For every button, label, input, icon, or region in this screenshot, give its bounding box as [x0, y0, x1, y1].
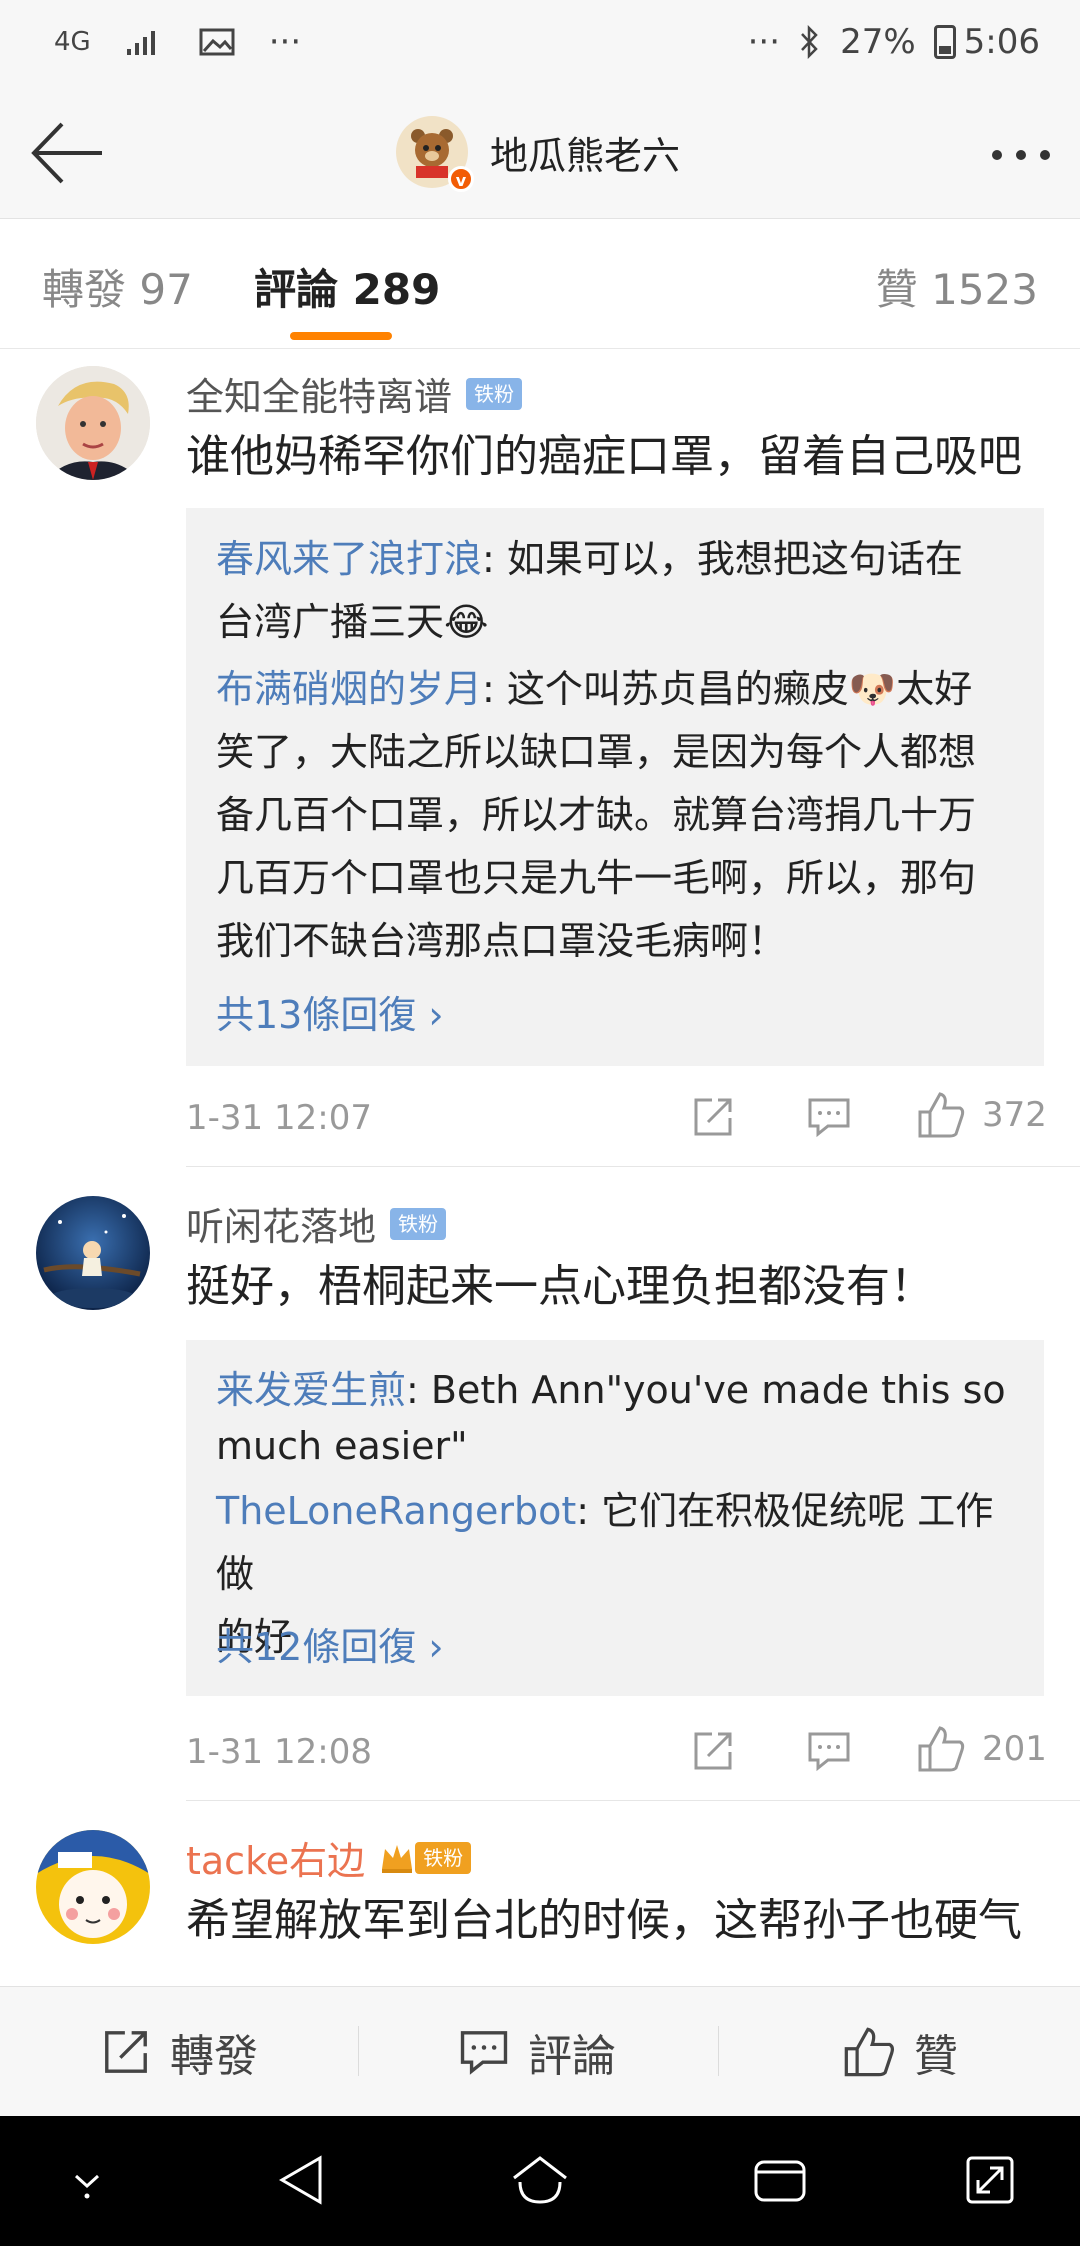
user-avatar-icon — [36, 366, 150, 480]
comment-label: 評論 — [528, 2031, 616, 2082]
reply-username[interactable]: 来发爱生煎 — [216, 1368, 406, 1412]
reply-text: : Beth Ann"you've made this so — [406, 1368, 1006, 1412]
repost-button[interactable]: 轉發 — [100, 2020, 258, 2084]
crown-icon — [382, 1844, 413, 1873]
back-arrow-icon[interactable] — [28, 118, 108, 188]
page-title: 地瓜熊老六 — [490, 133, 681, 178]
tab-comments[interactable]: 評論 289 — [254, 256, 440, 317]
comment-icon[interactable] — [806, 1728, 852, 1774]
more-notifications-icon: ··· — [268, 22, 302, 62]
like-button[interactable]: 贊 — [842, 2020, 958, 2084]
more-status-icon: ··· — [747, 22, 781, 62]
image-icon — [199, 28, 235, 56]
laughing-emoji-icon: 😂 — [444, 600, 489, 644]
comment-text: 挺好，梧桐起来一点心理负担都没有！ — [186, 1261, 934, 1312]
nav-home-icon[interactable] — [508, 2152, 572, 2208]
verified-badge-icon: v — [448, 166, 474, 192]
reply-text-after: 太好 — [896, 667, 973, 711]
reply-line: 我们不缺台湾那点口罩没毛病啊！ — [216, 919, 787, 963]
comment-text: 希望解放军到台北的时候，这帮孙子也硬气 — [186, 1895, 1022, 1946]
reply-item[interactable]: 来发爱生煎: Beth Ann"you've made this so much… — [216, 1362, 1016, 1474]
like-label: 贊 — [914, 2031, 958, 2082]
comment-username[interactable]: tacke右边 铁粉 — [186, 1830, 472, 1885]
more-replies-link[interactable]: 共13條回復 › — [216, 984, 444, 1039]
nav-back-icon[interactable] — [272, 2150, 332, 2210]
comment-avatar[interactable] — [36, 1830, 150, 1944]
comment-divider — [186, 1800, 1080, 1801]
bluetooth-icon — [801, 25, 818, 59]
comment-icon[interactable] — [806, 1094, 852, 1140]
reply-text: : 如果可以，我想把这句话在 — [482, 537, 963, 581]
bottom-bar-divider — [718, 2026, 719, 2076]
comment-username[interactable]: 听闲花落地 铁粉 — [186, 1196, 447, 1251]
comment-avatar[interactable] — [36, 1196, 150, 1310]
reply-text-cont: 台湾广播三天 — [216, 600, 445, 644]
tab-reposts[interactable]: 轉發 97 — [42, 256, 193, 317]
thumbs-up-icon — [844, 2027, 895, 2077]
reply-text-cont: much easier" — [216, 1424, 468, 1468]
fan-badge: 铁粉 — [415, 1841, 472, 1874]
battery-icon — [933, 25, 956, 59]
thumbs-up-icon — [918, 1726, 965, 1772]
username-text[interactable]: 全知全能特离谱 — [186, 366, 452, 421]
reply-text: : 这个叫苏贞昌的癞皮 — [482, 667, 849, 711]
user-avatar-icon — [36, 1196, 150, 1310]
status-bar-left: 4G ··· — [54, 22, 301, 62]
username-text[interactable]: 听闲花落地 — [186, 1196, 376, 1251]
reply-line: 几百万个口罩也只是九牛一毛啊，所以，那句 — [216, 856, 977, 900]
more-replies-link[interactable]: 共12條回復 › — [216, 1616, 444, 1671]
header-title-group[interactable]: v 地瓜熊老六 — [396, 116, 681, 192]
comment-timestamp: 1-31 12:07 — [186, 1098, 372, 1138]
fan-badge: 铁粉 — [390, 1207, 447, 1240]
comment-timestamp: 1-31 12:08 — [186, 1732, 372, 1772]
active-tab-indicator — [290, 332, 392, 340]
tab-likes[interactable]: 贊 1523 — [876, 256, 1038, 317]
repost-icon[interactable] — [690, 1728, 736, 1774]
more-options-icon[interactable] — [992, 150, 1050, 160]
dog-emoji-icon: 🐶 — [848, 667, 897, 711]
status-bar-right: ··· 27% 5:06 — [748, 22, 1040, 62]
fan-badge: 铁粉 — [466, 377, 523, 410]
reply-username[interactable]: 春风来了浪打浪 — [216, 537, 482, 581]
username-text[interactable]: tacke右边 — [186, 1830, 365, 1885]
comment-button[interactable]: 評論 — [458, 2020, 616, 2084]
comment-icon — [460, 2031, 508, 2075]
repost-icon[interactable] — [690, 1094, 736, 1140]
reply-username[interactable]: TheLoneRangerbot — [216, 1489, 576, 1533]
repost-label: 轉發 — [170, 2031, 258, 2082]
comment-text: 谁他妈稀罕你们的癌症口罩，留着自己吸吧 — [186, 431, 1022, 482]
reply-username[interactable]: 布满硝烟的岁月 — [216, 667, 482, 711]
bottom-bar-divider — [358, 2026, 359, 2076]
hide-keyboard-icon[interactable] — [62, 2156, 112, 2206]
comment-divider — [186, 1166, 1080, 1167]
account-avatar[interactable]: v — [396, 116, 474, 192]
reply-line: 备几百个口罩，所以才缺。就算台湾捐几十万 — [216, 793, 977, 837]
nav-recents-icon[interactable] — [750, 2154, 810, 2208]
reply-item[interactable]: 春风来了浪打浪: 如果可以，我想把这句话在 台湾广播三天😂 — [216, 528, 1016, 654]
signal-icon — [126, 31, 155, 55]
clock: 5:06 — [963, 22, 1040, 62]
like-count: 201 — [982, 1729, 1047, 1769]
thumbs-up-icon — [918, 1092, 965, 1138]
like-action[interactable]: 201 — [916, 1724, 1047, 1774]
user-avatar-icon — [36, 1830, 150, 1944]
repost-icon — [105, 2031, 147, 2073]
battery-percent: 27% — [840, 22, 916, 62]
network-indicator: 4G — [54, 27, 91, 57]
like-count: 372 — [982, 1095, 1047, 1135]
comment-username[interactable]: 全知全能特离谱 铁粉 — [186, 366, 523, 421]
comment-avatar[interactable] — [36, 366, 150, 480]
like-action[interactable]: 372 — [916, 1090, 1047, 1140]
reply-line: 笑了，大陆之所以缺口罩，是因为每个人都想 — [216, 730, 977, 774]
reply-item[interactable]: 布满硝烟的岁月: 这个叫苏贞昌的癞皮🐶太好 笑了，大陆之所以缺口罩，是因为每个人… — [216, 658, 1016, 973]
expand-screen-icon[interactable] — [962, 2152, 1018, 2208]
